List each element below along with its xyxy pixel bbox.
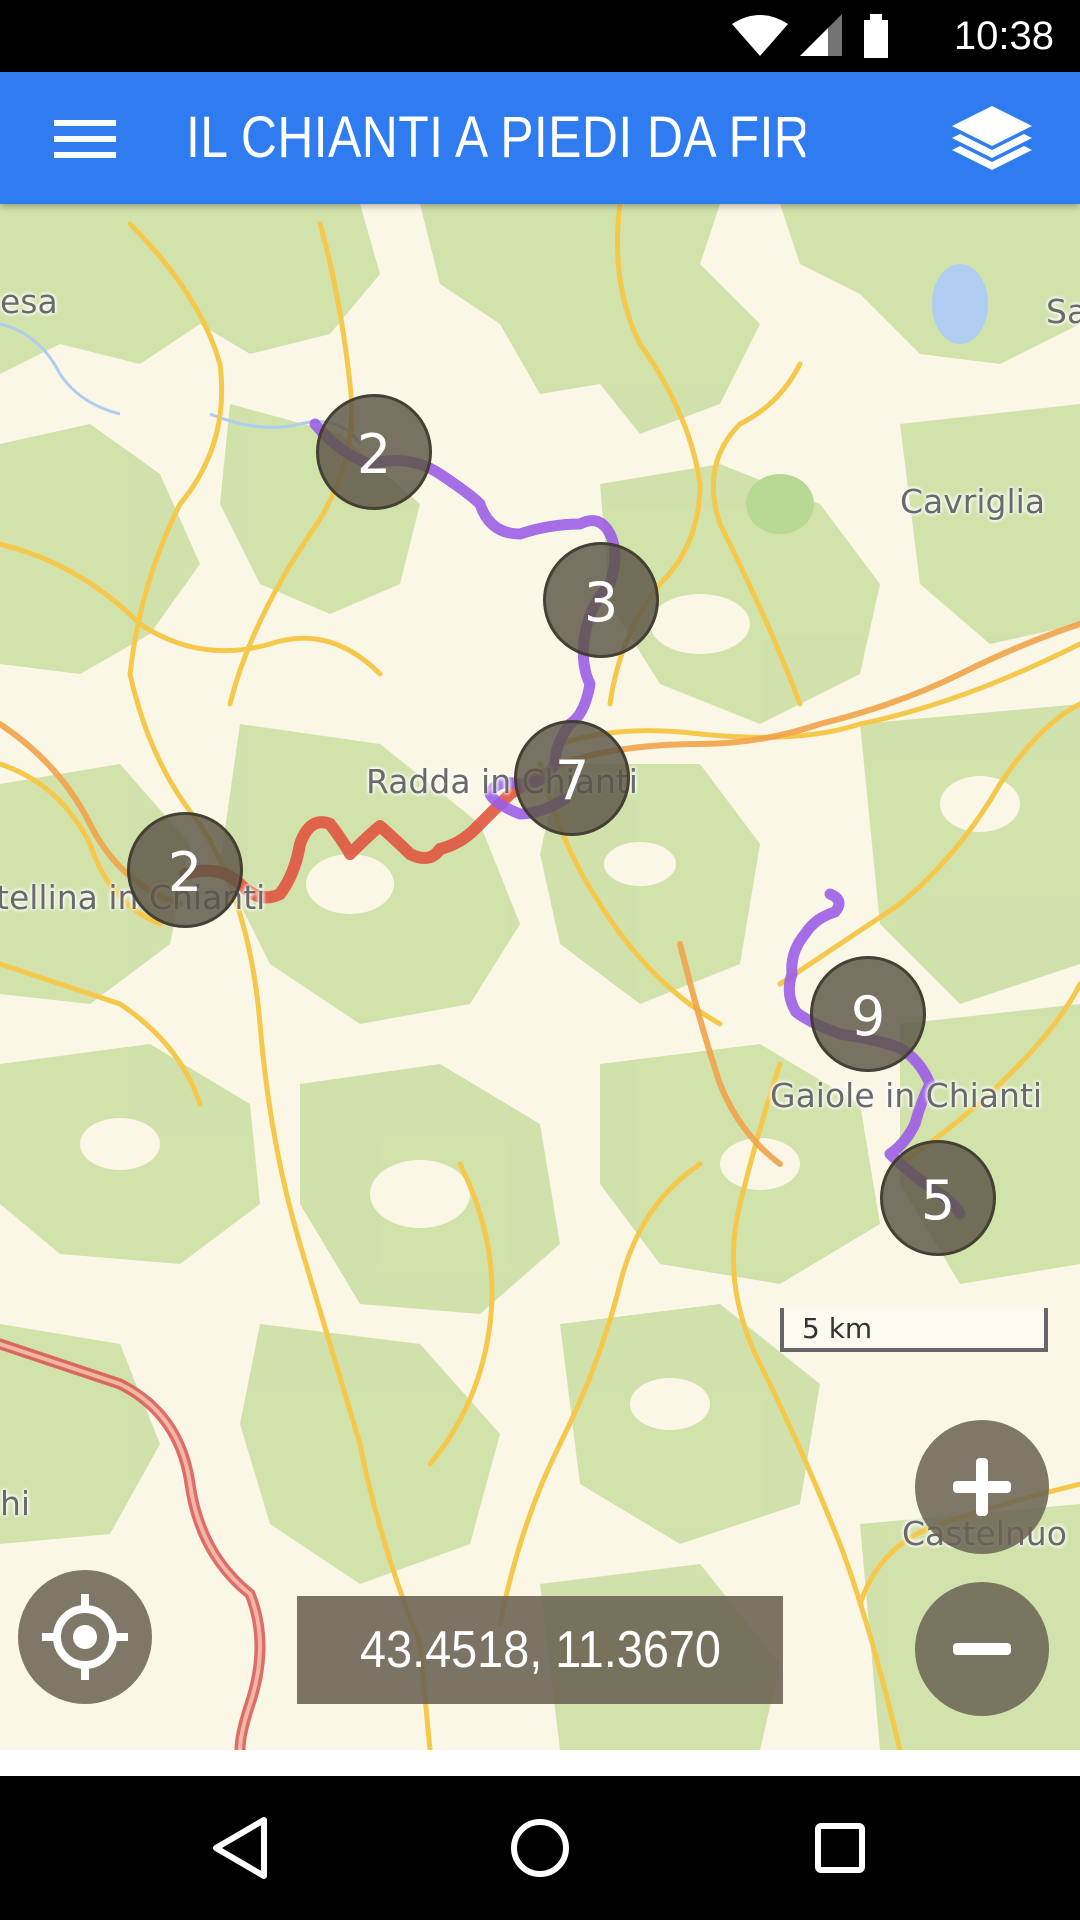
place-label-hi: hi — [0, 1484, 31, 1523]
waypoint-cluster[interactable]: 9 — [810, 956, 926, 1072]
my-location-button[interactable] — [18, 1570, 152, 1704]
coordinates-text: 43.4518, 11.3670 — [359, 1621, 721, 1679]
back-button[interactable] — [180, 1798, 300, 1898]
signal-icon — [800, 14, 842, 56]
map-bottom-edge — [0, 1750, 1080, 1776]
map-view[interactable]: Cavriglia Radda in Chianti tellina in Ch… — [0, 204, 1080, 1750]
recents-square-icon — [815, 1823, 865, 1873]
layers-button[interactable] — [944, 98, 1040, 182]
battery-icon — [864, 14, 888, 58]
scale-label: 5 km — [802, 1312, 873, 1345]
back-triangle-icon — [213, 1817, 267, 1879]
menu-icon — [54, 120, 116, 158]
place-label-sa: Sa — [1046, 292, 1080, 331]
home-circle-icon — [511, 1819, 569, 1877]
zoom-in-button[interactable] — [915, 1420, 1049, 1554]
layers-icon — [952, 106, 1032, 170]
app-title: IL CHIANTI A PIEDI DA FIRE... — [186, 105, 806, 170]
minus-icon — [953, 1643, 1011, 1655]
status-icons — [732, 14, 888, 58]
recents-button[interactable] — [780, 1798, 900, 1898]
park-area — [746, 474, 814, 534]
waypoint-cluster[interactable]: 3 — [543, 542, 659, 658]
menu-button[interactable] — [30, 96, 140, 180]
place-label-cavriglia: Cavriglia — [900, 482, 1046, 521]
place-label-gaiole: Gaiole in Chianti — [770, 1076, 1043, 1115]
waypoint-cluster[interactable]: 5 — [880, 1140, 996, 1256]
waypoint-cluster[interactable]: 7 — [514, 720, 630, 836]
status-bar: 10:38 — [0, 0, 1080, 72]
place-label-esa: esa — [0, 282, 58, 321]
zoom-out-button[interactable] — [915, 1582, 1049, 1716]
app-bar: IL CHIANTI A PIEDI DA FIRE... — [0, 72, 1080, 204]
coordinates-display: 43.4518, 11.3670 — [297, 1596, 783, 1704]
navigation-bar — [0, 1776, 1080, 1920]
crosshair-location-icon — [42, 1594, 128, 1680]
plus-icon — [953, 1458, 1011, 1516]
waypoint-cluster[interactable]: 2 — [127, 812, 243, 928]
status-time: 10:38 — [953, 14, 1054, 58]
scale-bar: 5 km — [780, 1308, 1048, 1352]
waypoint-cluster[interactable]: 2 — [316, 394, 432, 510]
wifi-icon — [732, 15, 788, 56]
home-button[interactable] — [480, 1798, 600, 1898]
